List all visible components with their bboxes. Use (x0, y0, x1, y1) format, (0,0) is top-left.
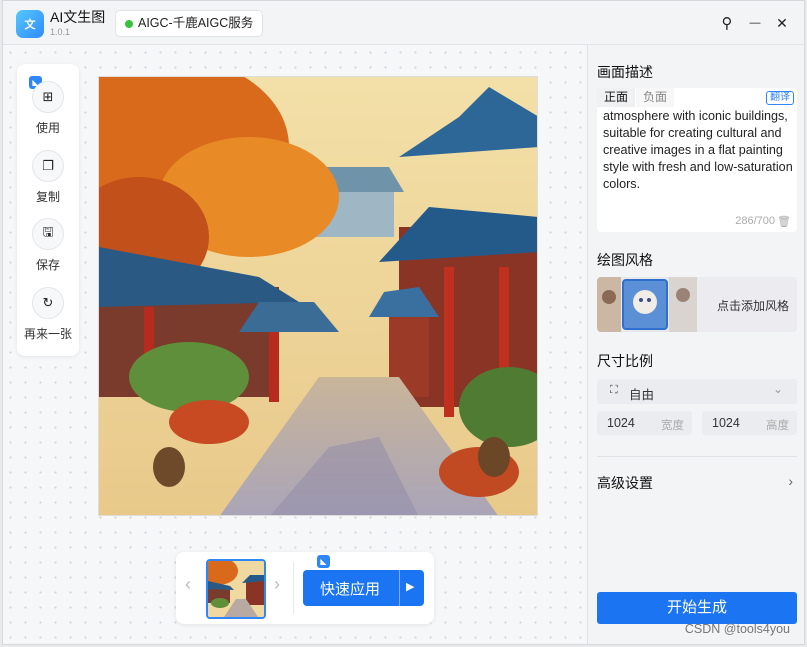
clear-prompt-icon[interactable]: 🗑 (777, 215, 791, 228)
regenerate-button[interactable]: ↻ 再来一张 (17, 287, 79, 347)
quick-apply-dropdown-icon[interactable]: ▶ (406, 580, 414, 593)
ratio-select[interactable]: ⛶ 自由 ⌄ (597, 379, 797, 404)
tab-positive[interactable]: 正面 (597, 88, 636, 107)
advanced-settings-row[interactable]: 高级设置 › (597, 473, 797, 493)
height-input[interactable]: 1024 高度 (702, 411, 797, 435)
title-bar: 文 AI文生图 1.0.1 AIGC-千鹿AIGC服务 ⚲ — ✕ (3, 1, 804, 45)
next-thumbnail-icon[interactable]: › (274, 574, 280, 595)
tab-negative[interactable]: 负面 (636, 88, 675, 107)
app-version: 1.0.1 (50, 27, 71, 37)
app-name: AI文生图 (50, 9, 106, 25)
prompt-box: 正面 负面 翻译 atmosphere with iconic building… (597, 88, 797, 232)
quick-apply-separator (399, 570, 400, 606)
free-ratio-icon: ⛶ (610, 384, 618, 396)
ratio-value: 自由 (629, 388, 655, 402)
thumbnail-bar: ‹ › ◣ 快速应用 ▶ (176, 552, 434, 624)
settings-panel: 画面描述 正面 负面 翻译 atmosphere with iconic bui… (587, 45, 804, 644)
generated-image-art (99, 77, 537, 515)
copy-icon: ❐ (32, 150, 64, 182)
height-value: 1024 (712, 416, 740, 430)
chevron-down-icon: ⌄ (772, 382, 783, 396)
height-unit-label: 高度 (766, 420, 789, 432)
service-label: AIGC-千鹿AIGC服务 (138, 16, 254, 30)
quick-apply-button[interactable]: 快速应用 ▶ (303, 570, 424, 606)
side-toolbar: ◣ ⊞ 使用 ❐ 复制 🖫 保存 ↻ 再来一张 (17, 64, 79, 356)
start-generate-button[interactable]: 开始生成 (597, 592, 797, 624)
service-selector[interactable]: AIGC-千鹿AIGC服务 (115, 10, 264, 37)
width-value: 1024 (607, 416, 635, 430)
service-status-dot-icon (125, 20, 133, 28)
ai-badge-icon: ◣ (317, 555, 330, 568)
panel-divider (597, 456, 797, 457)
use-label: 使用 (35, 121, 60, 135)
regenerate-label: 再来一张 (23, 327, 72, 341)
use-icon: ⊞ (32, 81, 64, 113)
width-unit-label: 宽度 (661, 420, 684, 432)
app-window: 文 AI文生图 1.0.1 AIGC-千鹿AIGC服务 ⚲ — ✕ ◣ ⊞ 使用… (2, 0, 805, 645)
copy-label: 复制 (35, 190, 60, 204)
style-section-title: 绘图风格 (597, 252, 653, 268)
add-style-label: 点击添加风格 (716, 299, 789, 313)
size-section-title: 尺寸比例 (597, 353, 653, 369)
width-input[interactable]: 1024 宽度 (597, 411, 692, 435)
translate-button[interactable]: 翻译 (766, 91, 794, 105)
thumbnail-art (208, 561, 264, 617)
save-label: 保存 (35, 258, 60, 272)
canvas-area: ◣ ⊞ 使用 ❐ 复制 🖫 保存 ↻ 再来一张 ‹ › ◣ 快速应用 ▶ (3, 45, 587, 644)
close-icon[interactable]: ✕ (770, 11, 794, 35)
watermark: CSDN @tools4you (684, 622, 790, 636)
app-logo-icon: 文 (16, 10, 44, 38)
quick-apply-label: 快速应用 (320, 581, 381, 598)
advanced-settings-label: 高级设置 (597, 475, 653, 491)
style-picker[interactable]: 点击添加风格 (597, 277, 797, 332)
save-button[interactable]: 🖫 保存 (17, 218, 79, 278)
prompt-textarea[interactable]: atmosphere with iconic buildings, suitab… (603, 108, 793, 210)
save-icon: 🖫 (32, 218, 64, 250)
copy-button[interactable]: ❐ 复制 (17, 150, 79, 210)
thumbnail-divider (293, 562, 294, 614)
prompt-char-counter: 286/700 (735, 215, 775, 227)
minimize-icon[interactable]: — (743, 11, 767, 35)
thumbnail-selected[interactable] (206, 559, 266, 619)
prev-thumbnail-icon[interactable]: ‹ (185, 574, 191, 595)
refresh-icon: ↻ (32, 287, 64, 319)
chevron-right-icon: › (788, 473, 793, 489)
prompt-section-title: 画面描述 (597, 64, 653, 80)
use-button[interactable]: ⊞ 使用 (17, 81, 79, 141)
generated-image[interactable] (98, 76, 538, 516)
pin-icon[interactable]: ⚲ (715, 11, 739, 35)
